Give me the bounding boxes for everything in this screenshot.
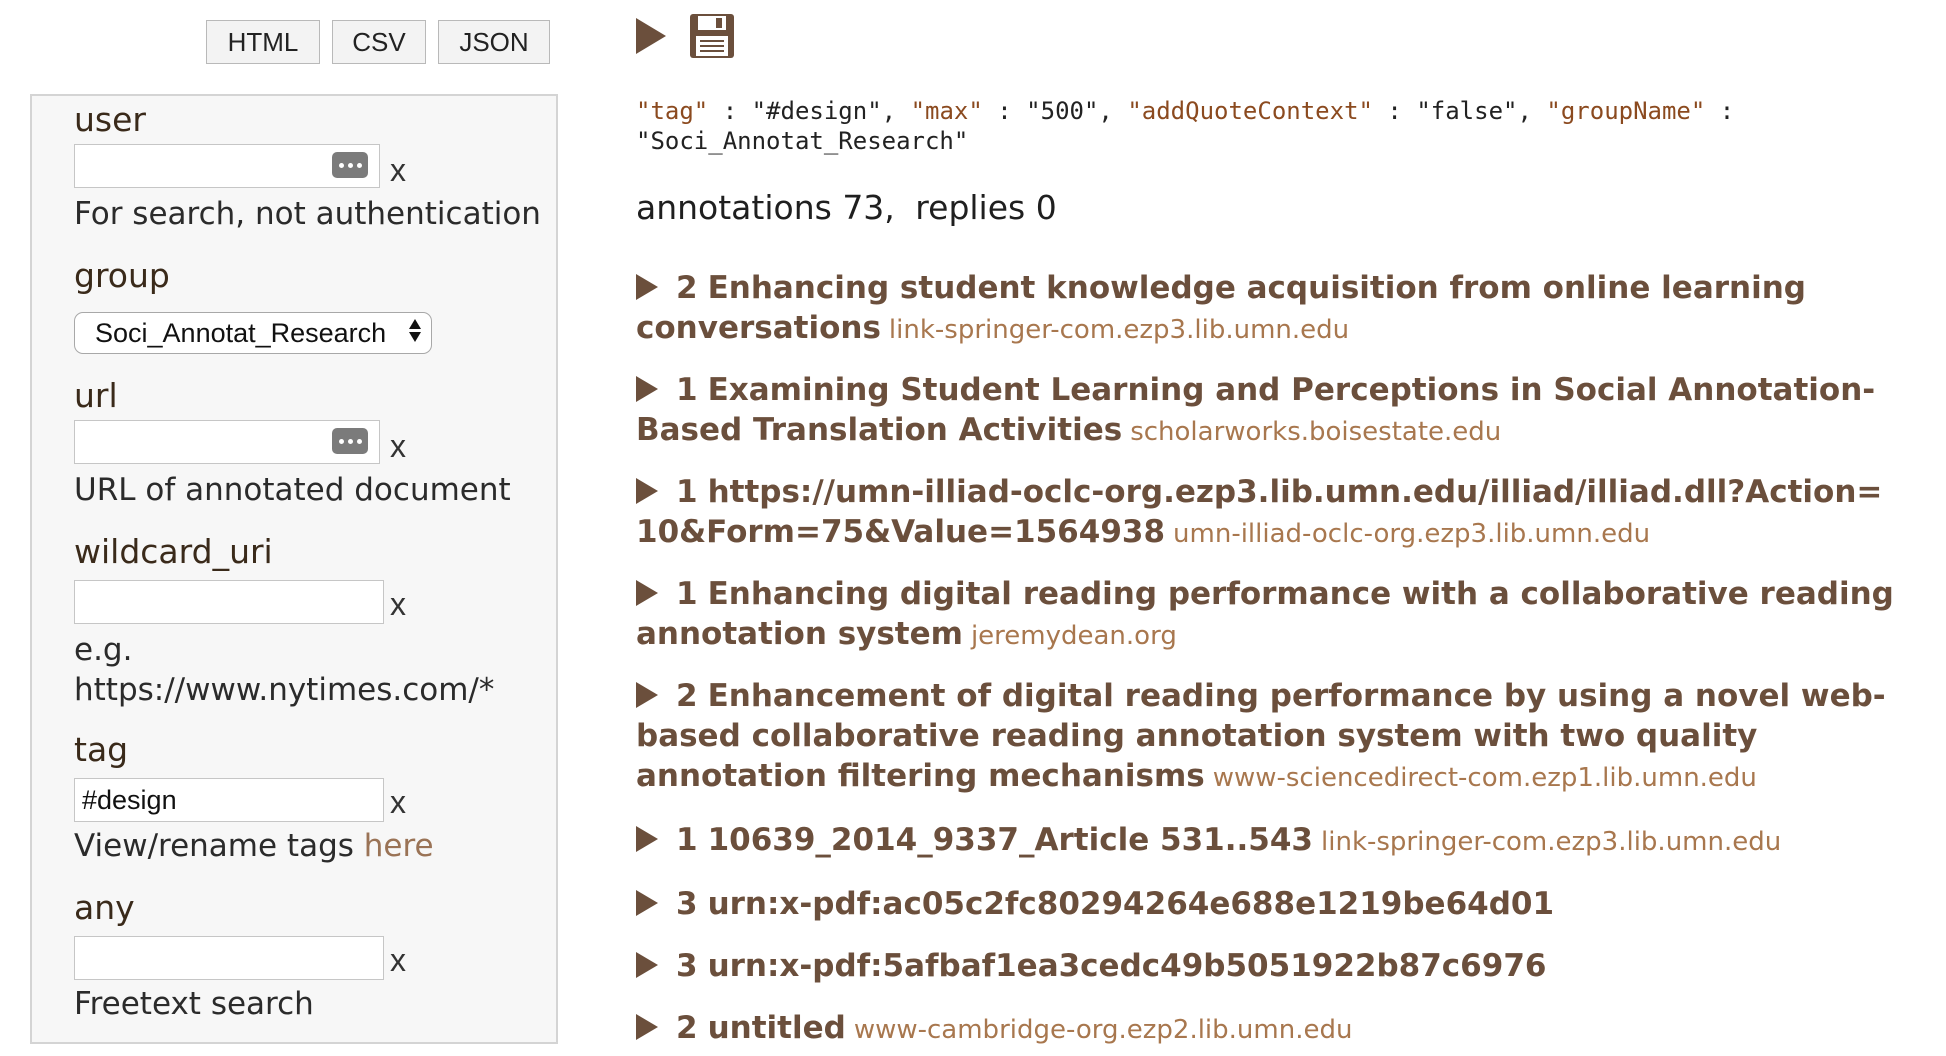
query-key: "addQuoteContext" [1127,97,1373,125]
triangle-right-icon[interactable] [636,375,658,402]
query-params: "tag" : "#design", "max" : "500", "addQu… [636,97,1735,155]
result-host: umn-illiad-oclc-org.ezp3.lib.umn.edu [1173,519,1651,549]
result-item[interactable]: 3 urn:x-pdf:ac05c2fc80294264e688e1219be64… [636,884,1901,926]
result-count: 3 [676,948,698,984]
result-count: 1 [676,474,698,510]
any-clear-button[interactable]: x [390,944,406,976]
result-host: jeremydean.org [970,621,1177,651]
tag-clear-button[interactable]: x [390,786,406,818]
tag-help-text: View/rename tags here [74,826,434,866]
result-count: 2 [676,270,698,306]
result-host: www-cambridge-org.ezp2.lib.umn.edu [853,1015,1353,1045]
result-title[interactable]: Enhancing digital reading performance wi… [636,576,1894,652]
select-arrows-icon [409,319,421,342]
triangle-right-icon[interactable] [636,273,658,300]
group-select[interactable]: Soci_Annotat_Research [74,312,432,354]
result-host: link-springer-com.ezp3.lib.umn.edu [888,315,1350,345]
floppy-disk-icon[interactable] [688,12,736,60]
replies-label: replies [915,188,1026,227]
group-label: group [74,256,170,295]
result-host: www-sciencedirect-com.ezp1.lib.umn.edu [1212,763,1757,793]
result-count: 2 [676,1010,698,1046]
wildcard-uri-help-eg: e.g. [74,632,133,668]
result-count: 2 [676,678,698,714]
result-item[interactable]: 3 urn:x-pdf:5afbaf1ea3cedc49b5051922b87c6… [636,946,1901,988]
result-item[interactable]: 1 https://umn-illiad-oclc-org.ezp3.lib.um… [636,472,1901,554]
result-title[interactable]: urn:x-pdf:ac05c2fc80294264e688e1219be64d… [708,886,1554,922]
play-icon[interactable] [636,18,666,54]
url-clear-button[interactable]: x [390,430,406,462]
triangle-right-icon[interactable] [636,825,658,852]
query-key: "max" [910,97,983,125]
result-count: 1 [676,822,698,858]
user-clear-button[interactable]: x [390,154,406,186]
result-item[interactable]: 1 10639_2014_9337_Article 531..543 link-sp… [636,820,1901,862]
wildcard-uri-label: wildcard_uri [74,532,273,571]
query-value: "500" [1026,97,1099,125]
tag-help-prefix: View/rename tags [74,828,354,864]
result-host: scholarworks.boisestate.edu [1130,417,1502,447]
keyring-icon[interactable] [332,428,368,454]
query-value: "#design" [751,97,882,125]
result-title[interactable]: untitled [708,1010,846,1046]
export-json-button[interactable]: JSON [438,20,550,64]
result-count: 1 [676,576,698,612]
triangle-right-icon[interactable] [636,951,658,978]
result-title[interactable]: 10639_2014_9337_Article 531..543 [708,822,1313,858]
triangle-right-icon[interactable] [636,477,658,504]
url-help-text: URL of annotated document [74,472,511,508]
result-item[interactable]: 2 Enhancement of digital reading performa… [636,676,1901,798]
any-input[interactable] [74,936,384,980]
export-html-button[interactable]: HTML [206,20,320,64]
any-help-text: Freetext search [74,986,314,1022]
wildcard-uri-help-example: https://www.nytimes.com/* [74,672,495,708]
query-key: "tag" [636,97,709,125]
triangle-right-icon[interactable] [636,579,658,606]
url-label: url [74,376,118,415]
replies-count: 0 [1035,188,1057,227]
result-host: link-springer-com.ezp3.lib.umn.edu [1321,827,1782,857]
user-label: user [74,100,146,139]
group-select-value: Soci_Annotat_Research [95,317,387,348]
triangle-right-icon[interactable] [636,681,658,708]
query-key: "groupName" [1546,97,1706,125]
annotations-label: annotations [636,188,832,227]
triangle-right-icon[interactable] [636,1013,658,1040]
annotations-count: 73, [842,188,895,227]
triangle-right-icon[interactable] [636,889,658,916]
result-item[interactable]: 1 Examining Student Learning and Percepti… [636,370,1901,452]
search-form-panel: user x For search, not authentication gr… [30,94,558,1044]
result-title[interactable]: urn:x-pdf:5afbaf1ea3cedc49b5051922b87c69… [708,948,1547,984]
result-count: 1 [676,372,698,408]
result-item[interactable]: 1 Enhancing digital reading performance w… [636,574,1901,656]
wildcard-uri-clear-button[interactable]: x [390,588,406,620]
wildcard-uri-input[interactable] [74,580,384,624]
query-value: "Soci_Annotat_Research" [636,127,969,155]
rename-tags-link[interactable]: here [364,828,434,864]
export-toolbar: HTML CSV JSON [206,20,550,64]
keyring-icon[interactable] [332,152,368,178]
tag-input[interactable] [74,778,384,822]
tag-label: tag [74,730,129,769]
result-item[interactable]: 2 untitled www-cambridge-org.ezp2.lib.umn.… [636,1008,1901,1050]
any-label: any [74,888,135,927]
user-help-text: For search, not authentication [74,196,541,232]
query-value: "false" [1416,97,1518,125]
result-item[interactable]: 2 Enhancing student knowledge acquisition… [636,268,1901,350]
result-count: 3 [676,886,698,922]
export-csv-button[interactable]: CSV [332,20,426,64]
results-summary: annotations 73, replies 0 [636,188,1057,227]
